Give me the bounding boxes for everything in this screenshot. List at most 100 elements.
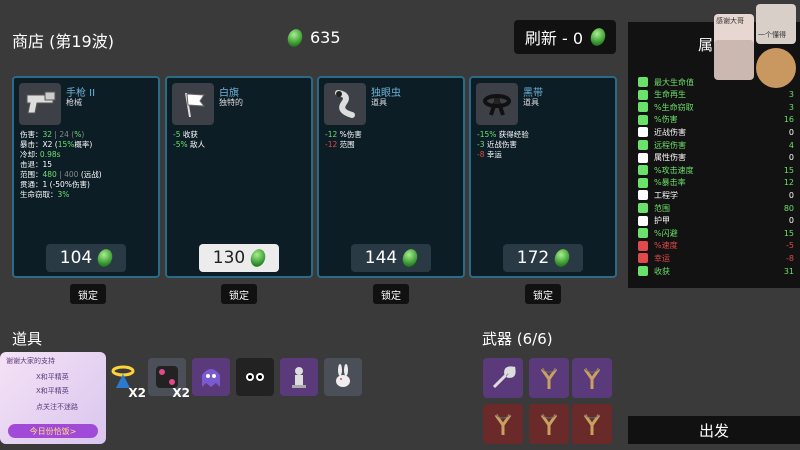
card-type: 独特的: [219, 98, 243, 107]
armor-icon: [638, 215, 648, 226]
eyes-icon[interactable]: [236, 358, 274, 396]
stream-overlay: 谢谢大家的支持 X和平精英 X和平精英 点关注不迷路 今日份恰饭>: [0, 352, 106, 444]
card-stats: -15% 获得经验 -3 近战伤害 -8 幸运: [477, 130, 529, 160]
attribute-row: %攻击速度 15: [638, 164, 794, 176]
price-gem-icon: [248, 247, 268, 269]
attribute-label: 范围: [654, 203, 670, 213]
lifesteal-icon: [638, 102, 648, 113]
ranged-icon: [638, 140, 648, 150]
attribute-label: %攻击速度: [654, 165, 694, 175]
pistol-icon: [19, 83, 61, 125]
webcam-3: [714, 40, 754, 80]
attribute-row: 护甲 0: [638, 215, 794, 227]
attribute-label: 工程学: [654, 190, 678, 200]
price-value: 172: [516, 248, 550, 268]
stat-line: 伤害：32 | 24 (%): [20, 130, 85, 139]
regen-icon: [638, 89, 648, 100]
shop-card-1[interactable]: 手枪 II 枪械 伤害：32 | 24 (%) 暴击：X2 (15%概率) 冷却: …: [12, 76, 160, 278]
item-count: X2: [172, 386, 190, 400]
material-gem-icon: [285, 26, 305, 49]
attribute-label: 护甲: [654, 216, 670, 226]
attribute-value: -5: [786, 241, 794, 251]
overlay-banner: 今日份恰饭>: [8, 424, 98, 438]
attribute-label: %伤害: [654, 115, 678, 125]
card-stats: -5 收获 -5% 敌人: [173, 130, 205, 150]
halo-icon[interactable]: X2: [104, 358, 146, 400]
lock-button-4[interactable]: 锁定: [525, 284, 561, 304]
attribute-row: %伤害 16: [638, 114, 794, 126]
slingshot-icon[interactable]: [572, 404, 612, 444]
melee-icon: [638, 127, 648, 138]
attribute-label: 近战伤害: [654, 127, 686, 137]
buy-button[interactable]: 130: [199, 244, 279, 272]
card-stats: -12 %伤害 -12 范围: [325, 130, 362, 150]
overlay-line: X和平精英: [36, 387, 69, 395]
overlay-line: 点关注不迷路: [36, 403, 78, 411]
slingshot-icon[interactable]: [572, 358, 612, 398]
stat-line: -3 近战伤害: [477, 140, 517, 149]
crit-icon: [638, 177, 648, 188]
refresh-gem-icon: [588, 26, 608, 48]
lock-button-1[interactable]: 锁定: [70, 284, 106, 304]
attribute-label: 远程伤害: [654, 140, 686, 150]
overlay-line: X和平精英: [36, 373, 69, 381]
attribute-row: 生命再生 3: [638, 89, 794, 101]
refresh-button[interactable]: 刷新 - 0: [514, 20, 616, 54]
shop-card-2[interactable]: 白旗 独特的 -5 收获 -5% 敌人 130: [165, 76, 313, 278]
attribute-value: 15: [783, 228, 794, 238]
stat-line: 冷却: 0.98s: [20, 150, 61, 159]
attribute-value: 3: [788, 90, 794, 100]
attribute-value: 0: [788, 216, 794, 226]
damage-icon: [638, 114, 648, 125]
stat-line: -5 收获: [173, 130, 198, 139]
items-label: 道具: [12, 330, 43, 348]
buy-button[interactable]: 144: [351, 244, 431, 272]
slingshot-icon[interactable]: [483, 404, 523, 444]
attribute-row: %生命窃取 3: [638, 101, 794, 113]
slingshot-icon[interactable]: [529, 404, 569, 444]
rabbit-icon[interactable]: [324, 358, 362, 396]
materials-amount: 635: [310, 28, 341, 47]
black-belt-icon: [476, 83, 518, 125]
materials-counter: 635: [285, 26, 341, 49]
weapons-label: 武器 (6/6): [482, 330, 553, 348]
buy-button[interactable]: 104: [46, 244, 126, 272]
refresh-label: 刷新 - 0: [524, 29, 584, 48]
attribute-value: 0: [788, 127, 794, 137]
attribute-row: 工程学 0: [638, 189, 794, 201]
card-stats: 伤害：32 | 24 (%) 暴击：X2 (15%概率) 冷却: 0.98s 击退：1…: [20, 130, 102, 200]
shop-card-4[interactable]: 黑带 道具 -15% 获得经验 -3 近战伤害 -8 幸运 172: [469, 76, 617, 278]
ghost-icon[interactable]: [192, 358, 230, 396]
dice-icon[interactable]: X2: [148, 358, 190, 400]
webcam-1-label: 感谢大哥: [716, 17, 744, 25]
attribute-value: -8: [786, 253, 794, 263]
stat-line: 范围：480 | 400 (远战): [20, 170, 102, 179]
stat-line: 贯通：1 (-50%伤害): [20, 180, 90, 189]
heart-icon: [638, 77, 648, 87]
buy-button[interactable]: 172: [503, 244, 583, 272]
shop-card-3[interactable]: 独眼虫 道具 -12 %伤害 -12 范围 144: [317, 76, 465, 278]
attribute-row: 属性伤害 0: [638, 152, 794, 164]
card-type: 枪械: [66, 98, 82, 107]
attribute-value: 31: [783, 266, 794, 276]
statue-icon[interactable]: [280, 358, 318, 396]
attribute-row: %闪避 15: [638, 227, 794, 239]
attribute-value: 15: [783, 165, 794, 175]
card-type: 道具: [523, 98, 539, 107]
price-gem-icon: [400, 247, 420, 269]
price-value: 144: [364, 248, 398, 268]
attack-speed-icon: [638, 165, 648, 176]
slingshot-icon[interactable]: [529, 358, 569, 398]
attribute-value: 12: [783, 178, 794, 188]
lock-button-3[interactable]: 锁定: [373, 284, 409, 304]
attribute-row: 远程伤害 4: [638, 139, 794, 151]
engineering-icon: [638, 190, 648, 201]
attribute-value: 4: [788, 140, 794, 150]
go-button[interactable]: 出发: [628, 416, 800, 444]
attribute-label: %暴击率: [654, 178, 686, 188]
wrench-icon[interactable]: [483, 358, 523, 398]
lock-button-2[interactable]: 锁定: [221, 284, 257, 304]
stat-line: -12 %伤害: [325, 130, 362, 139]
item-count: X2: [128, 386, 146, 400]
attribute-row: 幸运 -8: [638, 252, 794, 264]
